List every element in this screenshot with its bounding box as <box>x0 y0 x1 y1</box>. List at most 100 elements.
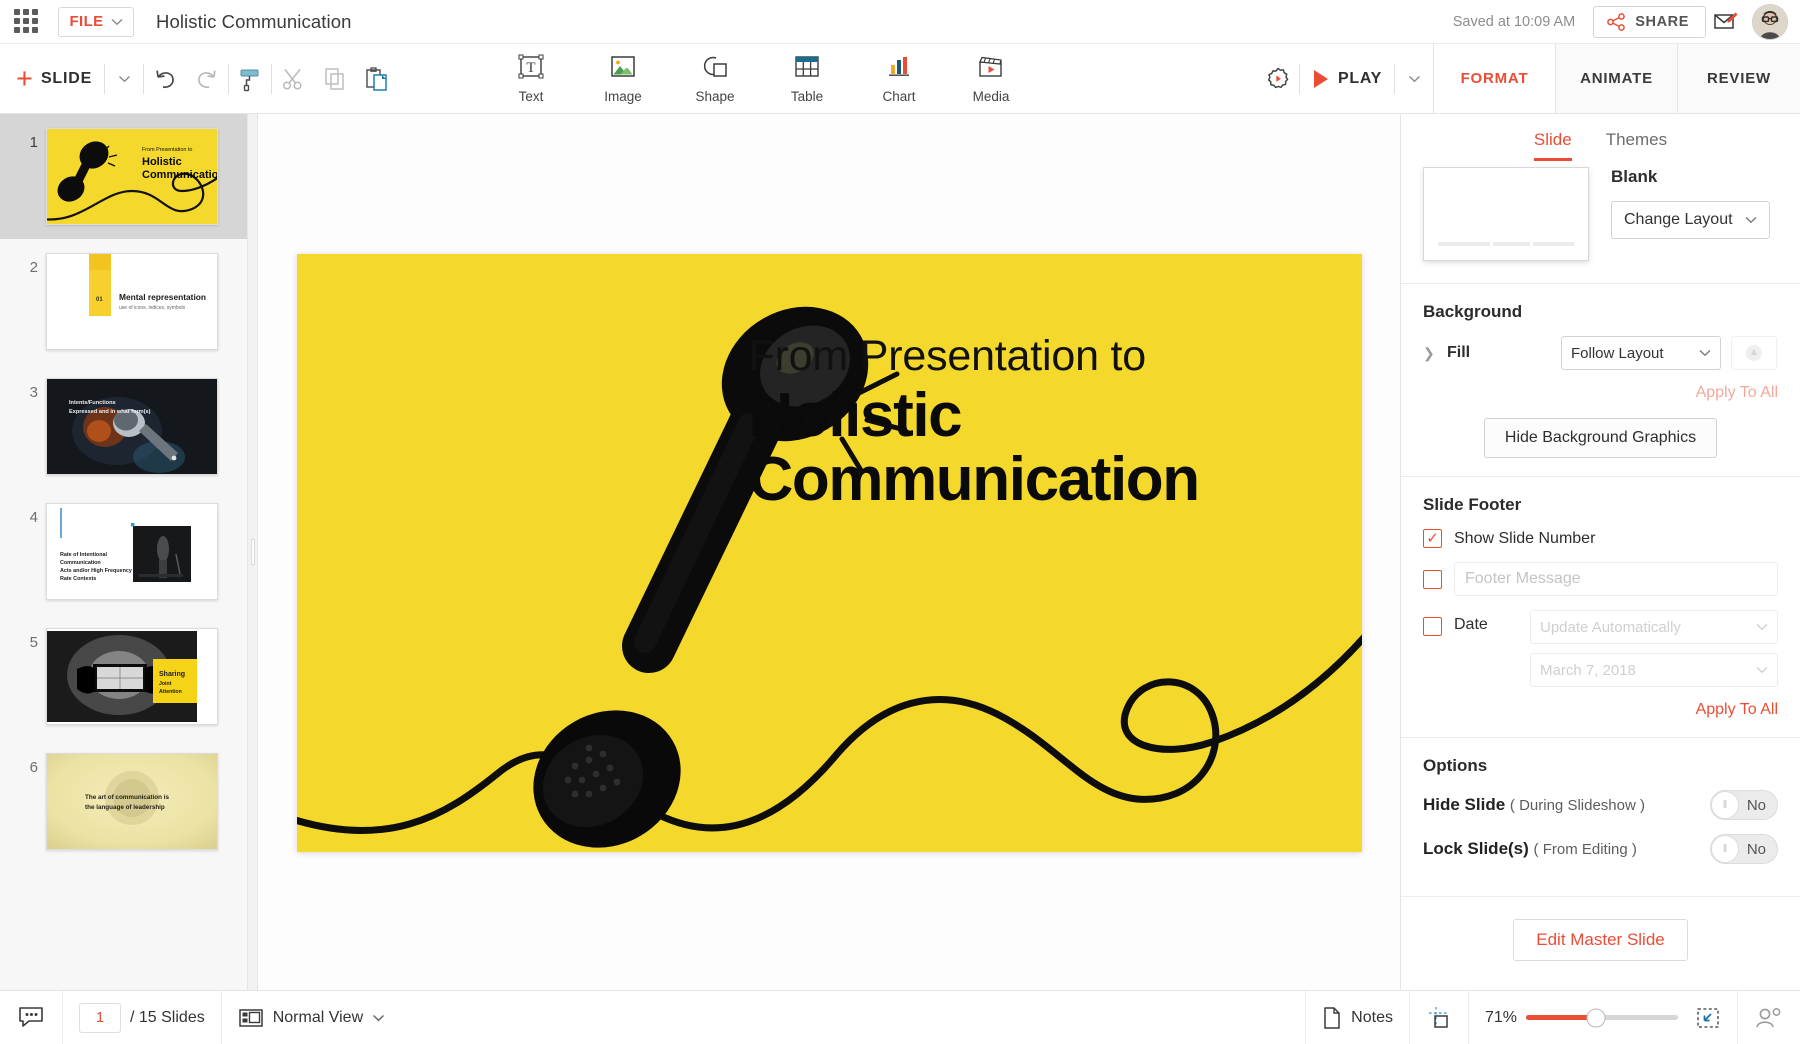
play-button[interactable]: PLAY <box>1300 70 1394 88</box>
grid-apps-icon[interactable] <box>14 9 40 35</box>
date-checkbox[interactable] <box>1423 617 1442 636</box>
layout-preview[interactable] <box>1423 167 1589 261</box>
plus-icon: + <box>16 69 33 89</box>
subtab-themes[interactable]: Themes <box>1606 130 1667 161</box>
tab-animate[interactable]: ANIMATE <box>1556 44 1678 113</box>
insert-image-button[interactable]: Image <box>592 53 654 104</box>
main-toolbar: + SLIDE <box>0 44 1800 114</box>
slide-thumb-2[interactable]: 2 01 Mental representation use of icons,… <box>0 239 247 364</box>
lock-slide-title: Lock Slide(s) <box>1423 839 1529 858</box>
slide-eyebrow-text: From Presentation to <box>749 332 1147 381</box>
top-bar-right: Saved at 10:09 AM SHARE <box>1453 4 1800 40</box>
edit-master-slide-button[interactable]: Edit Master Slide <box>1513 919 1688 961</box>
share-button[interactable]: SHARE <box>1593 6 1706 38</box>
zoom-level-label: 71% <box>1485 1009 1517 1027</box>
file-menu-label: FILE <box>69 13 103 30</box>
insert-shape-button[interactable]: Shape <box>684 53 746 104</box>
paste-button[interactable] <box>356 59 398 99</box>
envelope-edit-icon <box>1713 11 1739 33</box>
hide-background-graphics-button[interactable]: Hide Background Graphics <box>1484 418 1717 458</box>
slide-thumbnail-panel[interactable]: 1 From Presentation to Holistic Communic… <box>0 114 248 990</box>
zoom-slider-handle[interactable] <box>1586 1008 1605 1027</box>
slide-thumb-5[interactable]: 5 Sharing Joint <box>0 614 247 739</box>
file-menu-button[interactable]: FILE <box>58 7 134 37</box>
slide-preview: Rate of Intentional Communication Acts a… <box>46 503 218 600</box>
redo-button[interactable] <box>186 59 228 99</box>
slide-6-thumbnail-art: The art of communication is the language… <box>47 754 217 849</box>
play-options-dropdown[interactable] <box>1395 60 1433 98</box>
undo-button[interactable] <box>144 59 186 99</box>
svg-text:Joint: Joint <box>159 681 172 687</box>
document-title[interactable]: Holistic Communication <box>156 11 351 33</box>
feedback-button[interactable] <box>1706 5 1746 39</box>
hide-slide-row: Hide Slide ( During Slideshow ) ‖ No <box>1423 790 1778 820</box>
comments-button[interactable] <box>0 991 62 1044</box>
copy-button[interactable] <box>314 59 356 99</box>
text-box-icon: T <box>514 53 548 83</box>
status-bar: 1 / 15 Slides Normal View Notes <box>0 990 1800 1044</box>
slide-thumb-3[interactable]: 3 Intents/Functions Expressed and in wh <box>0 364 247 489</box>
svg-text:the language of leadership: the language of leadership <box>85 804 165 811</box>
svg-text:Acts and/or High Frequency: Acts and/or High Frequency <box>60 568 132 574</box>
slide-footer-heading: Slide Footer <box>1423 495 1778 515</box>
hide-slide-toggle[interactable]: ‖ No <box>1710 790 1778 820</box>
slide-thumb-6[interactable]: 6 The art of communica <box>0 739 247 864</box>
new-slide-button[interactable]: + SLIDE <box>0 59 104 99</box>
slide-thumb-4[interactable]: 4 Rate of Intentional Communication Acts… <box>0 489 247 614</box>
date-label: Date <box>1454 616 1518 634</box>
tab-format[interactable]: FORMAT <box>1434 44 1556 113</box>
svg-text:The art of communication is: The art of communication is <box>85 794 169 801</box>
tab-review[interactable]: REVIEW <box>1678 44 1800 113</box>
panel-splitter[interactable] <box>248 114 258 990</box>
svg-text:Holistic: Holistic <box>142 156 182 168</box>
zoom-slider[interactable] <box>1526 1015 1678 1020</box>
redo-icon <box>194 67 220 91</box>
notes-button[interactable]: Notes <box>1306 991 1409 1044</box>
footer-message-checkbox[interactable] <box>1423 570 1442 589</box>
change-layout-button[interactable]: Change Layout <box>1611 201 1770 239</box>
hide-slide-label: Hide Slide ( During Slideshow ) <box>1423 795 1645 815</box>
view-mode-selector[interactable]: Normal View <box>222 991 401 1044</box>
zoom-slider-fill <box>1526 1015 1596 1020</box>
slide-2-thumbnail-art: 01 Mental representation use of icons, i… <box>47 254 217 349</box>
fill-type-dropdown[interactable]: Follow Layout <box>1561 336 1721 370</box>
show-slide-number-label: Show Slide Number <box>1454 530 1595 548</box>
slideshow-settings-button[interactable] <box>1257 59 1299 99</box>
slide-title-text: Holistic Communication <box>749 384 1199 512</box>
page-total-label: / 15 Slides <box>130 1009 205 1027</box>
date-value-dropdown[interactable]: March 7, 2018 <box>1530 653 1778 687</box>
insert-chart-label: Chart <box>882 89 915 104</box>
chart-icon <box>882 53 916 83</box>
user-avatar[interactable] <box>1752 4 1788 40</box>
guides-button[interactable] <box>1410 991 1468 1044</box>
current-page-input[interactable]: 1 <box>79 1003 121 1033</box>
insert-text-button[interactable]: T Text <box>500 53 562 104</box>
fill-type-value: Follow Layout <box>1571 345 1664 362</box>
insert-table-button[interactable]: Table <box>776 53 838 104</box>
collaborators-button[interactable] <box>1738 991 1800 1044</box>
insert-chart-button[interactable]: Chart <box>868 53 930 104</box>
slide-thumb-1[interactable]: 1 From Presentation to Holistic Communic… <box>0 114 247 239</box>
chevron-right-icon[interactable]: ❯ <box>1423 345 1437 362</box>
svg-text:Communication: Communication <box>142 169 217 181</box>
insert-image-label: Image <box>604 89 642 104</box>
footer-message-input[interactable] <box>1454 562 1778 596</box>
change-layout-label: Change Layout <box>1624 211 1733 229</box>
slide-number: 3 <box>0 378 38 401</box>
layout-name: Blank <box>1611 167 1770 187</box>
subtab-slide[interactable]: Slide <box>1534 130 1572 161</box>
slide-canvas[interactable]: From Presentation to Holistic Communicat… <box>297 254 1362 852</box>
layout-info: Blank Change Layout <box>1611 167 1770 239</box>
cut-button[interactable] <box>272 59 314 99</box>
footer-apply-to-all-link[interactable]: Apply To All <box>1423 701 1778 719</box>
fit-to-screen-button[interactable] <box>1695 1006 1721 1030</box>
lock-slide-toggle[interactable]: ‖ No <box>1710 834 1778 864</box>
date-mode-dropdown[interactable]: Update Automatically <box>1530 610 1778 644</box>
play-triangle-icon <box>1314 70 1328 88</box>
new-slide-dropdown[interactable] <box>105 60 143 98</box>
background-apply-to-all-link[interactable]: Apply To All <box>1423 384 1778 402</box>
fill-color-swatch[interactable] <box>1731 336 1777 370</box>
format-painter-button[interactable] <box>229 59 271 99</box>
insert-media-button[interactable]: Media <box>960 53 1022 104</box>
show-slide-number-checkbox[interactable]: ✓ <box>1423 529 1442 548</box>
